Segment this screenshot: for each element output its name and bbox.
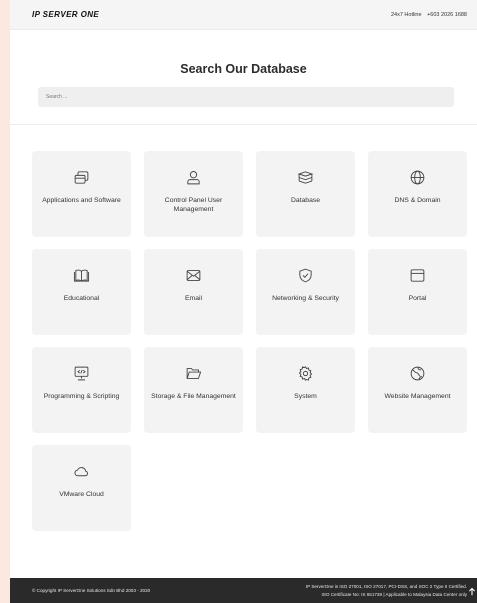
category-label: Storage & File Management	[151, 393, 236, 400]
web-globe-icon	[368, 365, 467, 383]
category-label: Database	[290, 197, 321, 204]
category-card-vmware-cloud[interactable]: VMware Cloud	[32, 445, 131, 531]
category-card-portal[interactable]: Portal	[368, 249, 467, 335]
category-card-programming[interactable]: Programming & Scripting	[32, 347, 131, 433]
globe-icon	[368, 169, 467, 187]
category-card-applications[interactable]: Applications and Software	[32, 151, 131, 237]
envelope-icon	[144, 267, 243, 285]
category-card-website-management[interactable]: Website Management	[368, 347, 467, 433]
category-label: DNS & Domain	[394, 197, 441, 204]
book-icon	[32, 267, 131, 285]
category-card-dns-domain[interactable]: DNS & Domain	[368, 151, 467, 237]
browser-window-icon	[368, 267, 467, 285]
category-grid: Applications and Software Control Panel …	[10, 0, 477, 560]
category-label: Applications and Software	[42, 197, 121, 204]
category-label: Educational	[63, 295, 100, 302]
category-label: Control Panel User Management	[164, 197, 223, 213]
user-icon	[144, 169, 243, 187]
category-label: Networking & Security	[272, 295, 339, 302]
category-card-system[interactable]: System	[256, 347, 355, 433]
category-label: Programming & Scripting	[43, 393, 120, 400]
category-label: System	[294, 393, 317, 400]
category-card-educational[interactable]: Educational	[32, 249, 131, 335]
category-label: VMware Cloud	[59, 491, 104, 498]
certification-text: IP ServerOne is ISO 27001, ISO 27017, PC…	[227, 583, 467, 598]
database-icon	[256, 169, 355, 187]
application-icon	[32, 169, 131, 187]
footer: © Copyright IP ServerOne Solutions Sdn B…	[10, 578, 477, 603]
category-card-networking-security[interactable]: Networking & Security	[256, 249, 355, 335]
category-label: Website Management	[384, 393, 451, 400]
folder-icon	[144, 365, 243, 383]
cert-line-1: IP ServerOne is ISO 27001, ISO 27017, PC…	[305, 584, 467, 589]
arrow-up-icon[interactable]	[468, 587, 476, 596]
shield-icon	[256, 267, 355, 285]
gear-icon	[256, 365, 355, 383]
category-card-control-panel[interactable]: Control Panel User Management	[144, 151, 243, 237]
code-monitor-icon	[32, 365, 131, 383]
cloud-icon	[32, 463, 131, 481]
category-card-database[interactable]: Database	[256, 151, 355, 237]
category-card-storage[interactable]: Storage & File Management	[144, 347, 243, 433]
cert-line-2: ISO Certificate No: IS 651738 | Applicab…	[321, 591, 467, 597]
category-card-email[interactable]: Email	[144, 249, 243, 335]
category-label: Email	[185, 295, 202, 302]
copyright-text: © Copyright IP ServerOne Solutions Sdn B…	[32, 588, 151, 593]
category-label: Portal	[408, 295, 427, 302]
page-frame: IP SERVER ONE 24x7 Hotline +603 2026 168…	[10, 0, 477, 603]
